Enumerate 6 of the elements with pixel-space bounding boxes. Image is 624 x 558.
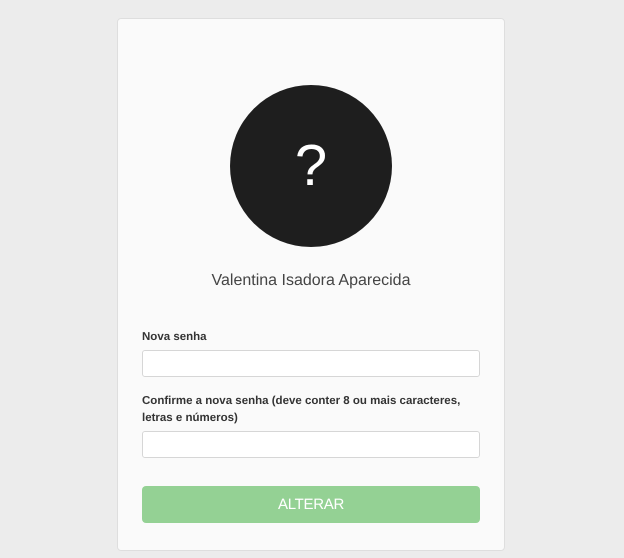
password-field[interactable]: [142, 431, 480, 458]
field-label: Nova senha: [142, 330, 208, 345]
user-name: Valentina Isadora Aparecida: [210, 271, 412, 291]
field-label: Confirme a nova senha (deve conter 8 ou mais caracteres, letras e números): [142, 394, 462, 426]
password-field[interactable]: [142, 350, 480, 377]
question-mark: ?: [294, 137, 328, 195]
